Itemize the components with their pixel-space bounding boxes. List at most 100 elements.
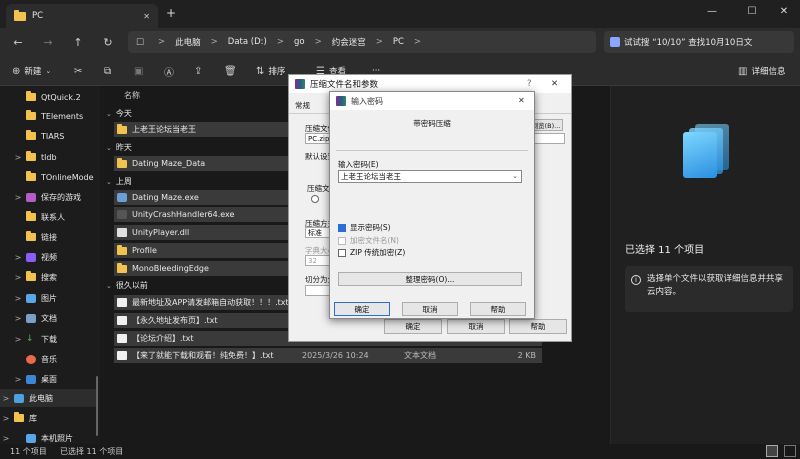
cancel-button[interactable]: 取消	[402, 302, 458, 316]
password-dialog-title: 输入密码	[351, 96, 383, 106]
exe-icon	[117, 210, 127, 219]
breadcrumb-sep: >	[314, 37, 322, 47]
sidebar-item[interactable]: > 桌面	[0, 370, 98, 388]
sidebar-item[interactable]: > 库	[0, 409, 98, 427]
address-bar[interactable]: □ > 此电脑 > Data (D:) > go > 约会迷宫 > PC >	[128, 31, 596, 53]
encrypt-names-checkbox[interactable]: 加密文件名(N)	[338, 235, 399, 246]
group-header-last-week[interactable]: ⌄ 上周	[106, 176, 132, 187]
chevron-icon[interactable]: >	[12, 253, 24, 262]
share-button[interactable]: ⇪	[194, 64, 202, 78]
chevron-icon[interactable]: >	[0, 394, 12, 403]
sidebar-item-label: 库	[29, 413, 37, 423]
breadcrumb-item[interactable]: Data (D:)	[228, 37, 267, 47]
checkbox-label: ZIP 传统加密(Z)	[350, 248, 406, 257]
paste-icon: ▣	[134, 65, 144, 77]
navigation-pane: QtQuick.2 TElements TIARS > tldb TOnlineM…	[0, 86, 100, 444]
forward-button[interactable]: →	[40, 34, 56, 50]
copy-button[interactable]: ⧉	[104, 64, 111, 78]
documents-icon	[26, 313, 36, 323]
checkbox-label: 加密文件名(N)	[350, 236, 399, 245]
breadcrumb-sep: >	[375, 37, 383, 47]
format-radio[interactable]	[311, 195, 319, 203]
group-header-long-ago[interactable]: ⌄ 很久以前	[106, 280, 148, 291]
breadcrumb-sep: >	[276, 37, 284, 47]
sidebar-item[interactable]: 联系人	[0, 208, 98, 226]
breadcrumb-item[interactable]: 约会迷宫	[332, 36, 366, 48]
tab-pc[interactable]: PC ✕	[6, 4, 158, 28]
details-pane-icon: ▥	[738, 65, 748, 77]
back-button[interactable]: ←	[10, 34, 26, 50]
chevron-down-icon[interactable]: ⌄	[512, 171, 518, 182]
chevron-icon[interactable]: >	[12, 193, 24, 202]
show-password-checkbox[interactable]: 显示密码(S)	[338, 222, 391, 233]
close-button[interactable]: ✕	[772, 2, 796, 20]
chevron-icon[interactable]: >	[0, 434, 12, 443]
tab-close-icon[interactable]: ✕	[143, 12, 150, 21]
sidebar-scrollbar[interactable]	[96, 376, 98, 436]
chevron-icon[interactable]: >	[12, 314, 24, 323]
breadcrumb-item[interactable]: PC	[393, 37, 404, 47]
group-header-yesterday[interactable]: ⌄ 昨天	[106, 142, 132, 153]
minimize-button[interactable]: —	[700, 2, 724, 20]
organize-passwords-button[interactable]: 整理密码(O)...	[338, 272, 522, 286]
new-button[interactable]: ⊕ 新建 ⌄	[12, 64, 51, 78]
help-button[interactable]: 帮助	[470, 302, 526, 316]
sidebar-item[interactable]: 音乐	[0, 350, 98, 368]
text-file-icon	[117, 351, 127, 360]
password-value: 上老王论坛当老王	[341, 172, 401, 181]
maximize-button[interactable]: ☐	[740, 2, 764, 20]
sidebar-item[interactable]: > 保存的游戏	[0, 188, 98, 206]
refresh-button[interactable]: ↻	[100, 34, 116, 50]
winrar-icon	[295, 79, 305, 89]
chevron-icon[interactable]: >	[12, 273, 24, 282]
tiles-view-icon[interactable]	[784, 445, 796, 457]
help-button[interactable]: 帮助	[509, 319, 567, 334]
sidebar-item-this-pc[interactable]: > 此电脑	[0, 389, 98, 407]
tab-general[interactable]: 常规	[295, 100, 310, 111]
sidebar-item[interactable]: > 视频	[0, 248, 98, 266]
ok-button[interactable]: 确定	[334, 302, 390, 316]
checkbox-unchecked	[338, 248, 346, 257]
chevron-icon[interactable]: >	[0, 414, 12, 423]
sidebar-item[interactable]: TIARS	[0, 127, 98, 145]
up-button[interactable]: ↑	[70, 34, 86, 50]
sidebar-item[interactable]: 链接	[0, 228, 98, 246]
sidebar-item[interactable]: TOnlineMode	[0, 168, 98, 186]
chevron-icon[interactable]: >	[12, 375, 24, 384]
delete-button[interactable]: 🗑	[224, 64, 237, 78]
sort-button[interactable]: ⇅ 排序	[256, 64, 285, 78]
sidebar-item[interactable]: > 搜索	[0, 268, 98, 286]
password-input[interactable]: 上老王论坛当老王 ⌄	[338, 170, 522, 183]
chevron-icon[interactable]: >	[12, 335, 24, 344]
paste-button[interactable]: ▣	[134, 64, 143, 78]
new-tab-button[interactable]: +	[166, 6, 176, 20]
sidebar-item[interactable]: > ↓ 下载	[0, 330, 98, 348]
chevron-icon[interactable]: >	[12, 153, 24, 162]
close-icon[interactable]: ✕	[551, 79, 558, 89]
column-header-name[interactable]: 名称	[124, 90, 140, 101]
file-name: 【来了就能下载和观看！纯免费！】.txt	[132, 351, 274, 360]
list-item[interactable]: 【来了就能下载和观看！纯免费！】.txt 2025/3/26 10:24 文本文档 2…	[114, 348, 542, 363]
sidebar-item[interactable]: > tldb	[0, 148, 98, 166]
help-icon[interactable]: ?	[527, 79, 532, 89]
sidebar-item[interactable]: QtQuick.2	[0, 88, 98, 106]
ok-button[interactable]: 确定	[384, 319, 442, 334]
cancel-button[interactable]: 取消	[447, 319, 505, 334]
sidebar-item[interactable]: > 文档	[0, 309, 98, 327]
breadcrumb-item[interactable]: 此电脑	[175, 36, 201, 48]
group-header-today[interactable]: ⌄ 今天	[106, 108, 132, 119]
sidebar-item[interactable]: > 图片	[0, 289, 98, 307]
cut-button[interactable]: ✂	[74, 64, 82, 78]
details-button[interactable]: ▥ 详细信息	[738, 64, 785, 78]
close-icon[interactable]: ✕	[518, 96, 525, 105]
breadcrumb-item[interactable]: go	[294, 37, 305, 47]
details-view-icon[interactable]	[766, 445, 778, 457]
rename-button[interactable]: Ⓐ	[164, 64, 174, 79]
search-input[interactable]: 试试搜 “10/10” 查找10月10日文	[604, 31, 794, 53]
zip-legacy-checkbox[interactable]: ZIP 传统加密(Z)	[338, 247, 405, 258]
sidebar-item[interactable]: TElements	[0, 107, 98, 125]
file-name: MonoBleedingEdge	[132, 264, 209, 273]
file-name: 【永久地址发布页】.txt	[132, 316, 218, 325]
selected-count: 已选择 11 个项目	[60, 447, 124, 456]
chevron-icon[interactable]: >	[12, 294, 24, 303]
